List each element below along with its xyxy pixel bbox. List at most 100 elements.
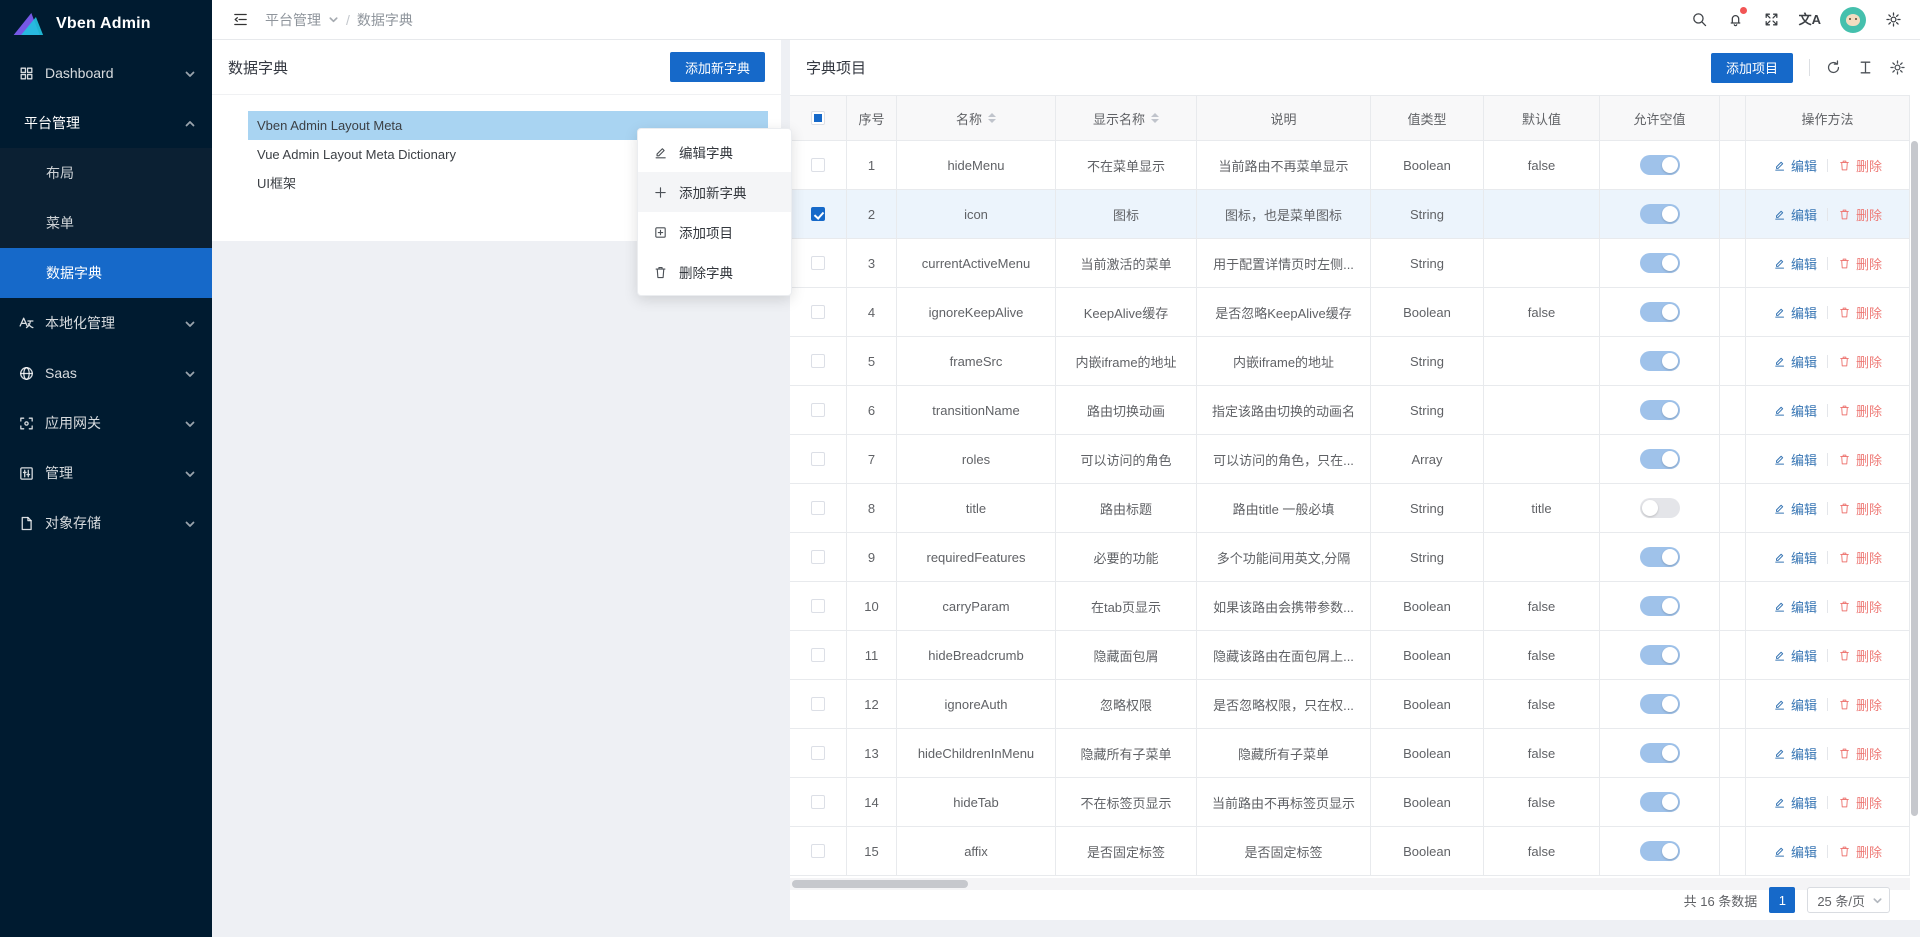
breadcrumb-parent[interactable]: 平台管理 [265, 10, 321, 30]
add-dictionary-button[interactable]: 添加新字典 [670, 52, 765, 82]
sidebar-item-管理[interactable]: 管理 [0, 448, 212, 498]
nullable-toggle[interactable] [1640, 449, 1680, 469]
context-menu-item[interactable]: 编辑字典 [638, 132, 791, 172]
column-header-display[interactable]: 显示名称 [1056, 95, 1197, 141]
fullscreen-icon[interactable] [1763, 11, 1780, 28]
page-size-select[interactable]: 25 条/页 [1807, 887, 1890, 913]
nullable-toggle[interactable] [1640, 253, 1680, 273]
nullable-toggle[interactable] [1640, 155, 1680, 175]
edit-button[interactable]: 编辑 [1773, 303, 1817, 322]
sidebar-subitem-布局[interactable]: 布局 [0, 148, 212, 198]
edit-button[interactable]: 编辑 [1773, 646, 1817, 665]
nullable-toggle[interactable] [1640, 498, 1680, 518]
delete-button[interactable]: 删除 [1838, 499, 1882, 518]
vertical-scrollbar[interactable] [1911, 141, 1918, 876]
nullable-toggle[interactable] [1640, 743, 1680, 763]
edit-button[interactable]: 编辑 [1773, 744, 1817, 763]
sidebar-item-本地化管理[interactable]: 本地化管理 [0, 298, 212, 348]
edit-button[interactable]: 编辑 [1773, 156, 1817, 175]
nullable-toggle[interactable] [1640, 204, 1680, 224]
edit-button[interactable]: 编辑 [1773, 548, 1817, 567]
sidebar-subitem-数据字典[interactable]: 数据字典 [0, 248, 212, 298]
avatar[interactable] [1840, 7, 1866, 33]
trash-icon [1838, 600, 1851, 613]
delete-button[interactable]: 删除 [1838, 303, 1882, 322]
notification-bell-icon[interactable] [1727, 11, 1744, 28]
translate-icon[interactable]: 文A [1799, 11, 1821, 28]
delete-button[interactable]: 删除 [1838, 646, 1882, 665]
row-height-icon[interactable] [1857, 59, 1874, 76]
delete-button[interactable]: 删除 [1838, 842, 1882, 861]
sidebar-item-应用网关[interactable]: 应用网关 [0, 398, 212, 448]
delete-button[interactable]: 删除 [1838, 793, 1882, 812]
row-checkbox[interactable] [811, 697, 825, 711]
horizontal-scrollbar-thumb[interactable] [792, 880, 968, 888]
column-header-name[interactable]: 名称 [897, 95, 1056, 141]
edit-button[interactable]: 编辑 [1773, 793, 1817, 812]
sidebar-subitem-菜单[interactable]: 菜单 [0, 198, 212, 248]
row-checkbox[interactable] [811, 844, 825, 858]
vertical-scrollbar-thumb[interactable] [1911, 141, 1918, 816]
select-all-checkbox[interactable] [811, 111, 825, 125]
row-checkbox[interactable] [811, 648, 825, 662]
gear-icon[interactable] [1885, 11, 1902, 28]
nullable-toggle[interactable] [1640, 694, 1680, 714]
sort-icon[interactable] [988, 113, 996, 123]
sidebar-item-Dashboard[interactable]: Dashboard [0, 48, 212, 98]
table-settings-gear-icon[interactable] [1889, 59, 1906, 76]
logo[interactable]: Vben Admin [0, 0, 212, 48]
edit-button[interactable]: 编辑 [1773, 205, 1817, 224]
sidebar-item-Saas[interactable]: Saas [0, 348, 212, 398]
nullable-toggle[interactable] [1640, 351, 1680, 371]
nullable-toggle[interactable] [1640, 547, 1680, 567]
context-menu-item[interactable]: 删除字典 [638, 252, 791, 292]
nullable-toggle[interactable] [1640, 302, 1680, 322]
edit-button[interactable]: 编辑 [1773, 254, 1817, 273]
delete-button[interactable]: 删除 [1838, 156, 1882, 175]
edit-button[interactable]: 编辑 [1773, 450, 1817, 469]
row-checkbox[interactable] [811, 305, 825, 319]
menu-fold-icon[interactable] [232, 11, 249, 28]
nullable-toggle[interactable] [1640, 596, 1680, 616]
edit-button[interactable]: 编辑 [1773, 842, 1817, 861]
row-checkbox[interactable] [811, 403, 825, 417]
page-number-button[interactable]: 1 [1769, 887, 1795, 913]
nullable-toggle[interactable] [1640, 645, 1680, 665]
edit-button[interactable]: 编辑 [1773, 695, 1817, 714]
nullable-toggle[interactable] [1640, 841, 1680, 861]
edit-button[interactable]: 编辑 [1773, 597, 1817, 616]
edit-button[interactable]: 编辑 [1773, 352, 1817, 371]
sidebar-item-对象存储[interactable]: 对象存储 [0, 498, 212, 548]
nullable-toggle[interactable] [1640, 792, 1680, 812]
search-icon[interactable] [1691, 11, 1708, 28]
context-menu-item[interactable]: 添加项目 [638, 212, 791, 252]
row-checkbox[interactable] [811, 599, 825, 613]
delete-button[interactable]: 删除 [1838, 597, 1882, 616]
row-checkbox[interactable] [811, 452, 825, 466]
row-checkbox[interactable] [811, 256, 825, 270]
delete-button[interactable]: 删除 [1838, 205, 1882, 224]
refresh-icon[interactable] [1825, 59, 1842, 76]
row-checkbox[interactable] [811, 550, 825, 564]
add-item-button[interactable]: 添加项目 [1711, 53, 1793, 83]
delete-button[interactable]: 删除 [1838, 401, 1882, 420]
delete-button[interactable]: 删除 [1838, 695, 1882, 714]
context-menu-item[interactable]: 添加新字典 [638, 172, 791, 212]
topbar-actions: 文A [1691, 7, 1902, 33]
delete-button[interactable]: 删除 [1838, 352, 1882, 371]
row-checkbox[interactable] [811, 746, 825, 760]
delete-button[interactable]: 删除 [1838, 450, 1882, 469]
row-checkbox[interactable] [811, 158, 825, 172]
delete-button[interactable]: 删除 [1838, 744, 1882, 763]
sort-icon[interactable] [1151, 113, 1159, 123]
row-checkbox[interactable] [811, 501, 825, 515]
nullable-toggle[interactable] [1640, 400, 1680, 420]
delete-button[interactable]: 删除 [1838, 548, 1882, 567]
sidebar-group-平台管理[interactable]: 平台管理 [0, 98, 212, 148]
row-checkbox[interactable] [811, 795, 825, 809]
edit-button[interactable]: 编辑 [1773, 401, 1817, 420]
row-checkbox[interactable] [811, 354, 825, 368]
row-checkbox[interactable] [811, 207, 825, 221]
delete-button[interactable]: 删除 [1838, 254, 1882, 273]
edit-button[interactable]: 编辑 [1773, 499, 1817, 518]
